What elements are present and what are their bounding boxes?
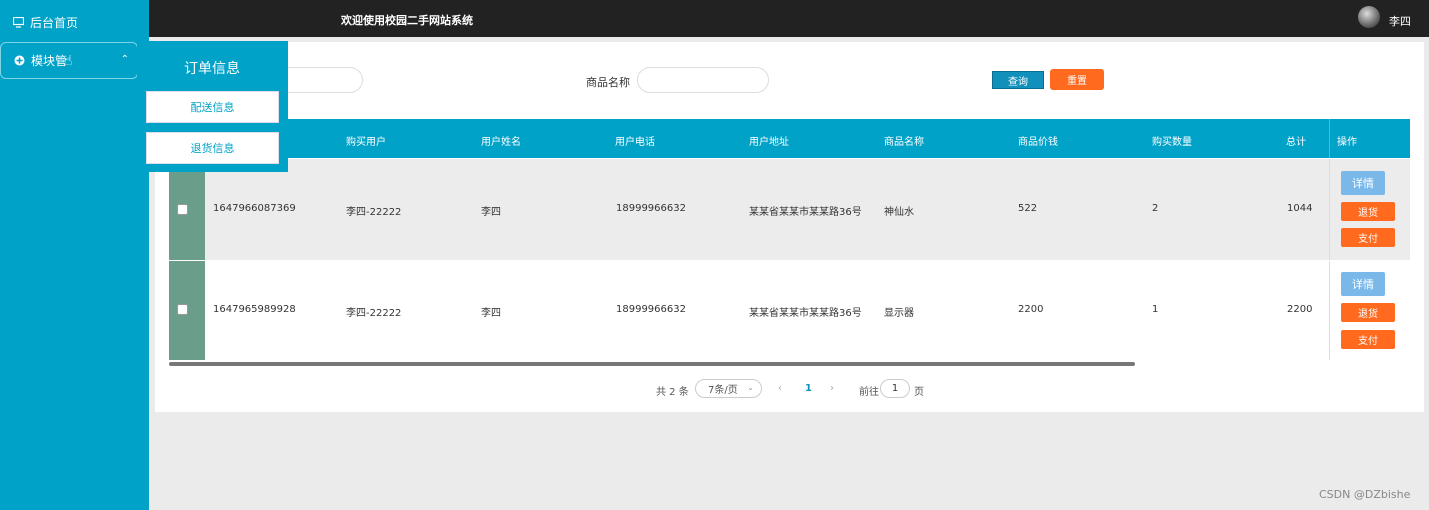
pagination-total: 共 2 条: [656, 387, 689, 398]
product-name-input[interactable]: [637, 67, 769, 93]
system-title: 欢迎使用校园二手网站系统: [341, 14, 473, 27]
sidebar-item-home-label: 后台首页: [30, 15, 79, 30]
username[interactable]: 李四: [1389, 13, 1411, 29]
return-button[interactable]: 退货: [1341, 303, 1395, 322]
monitor-icon: [12, 16, 24, 28]
page-suffix: 页: [914, 387, 924, 398]
detail-button[interactable]: 详情: [1341, 272, 1385, 296]
detail-button[interactable]: 详情: [1341, 171, 1385, 195]
order-number: 1647966087369: [213, 203, 296, 214]
top-bar: 欢迎使用校园二手网站系统 李四: [149, 0, 1429, 37]
product-name: 显示器: [884, 308, 914, 319]
watermark: CSDN @DZbishe: [1319, 488, 1411, 501]
product-name: 神仙水: [884, 207, 914, 218]
goto-label: 前往: [859, 387, 879, 398]
sidebar-item-home[interactable]: 后台首页: [0, 4, 137, 40]
price: 2200: [1018, 304, 1044, 315]
row-actions: 详情 退货 支付: [1329, 159, 1410, 260]
submenu-item-delivery-info[interactable]: 配送信息: [146, 91, 279, 123]
table-header: [288, 119, 1410, 158]
pay-button[interactable]: 支付: [1341, 330, 1395, 349]
th-buyer: 购买用户: [346, 137, 386, 148]
query-button[interactable]: 查询: [992, 71, 1044, 89]
module-submenu: 订单信息 配送信息 退货信息: [137, 41, 288, 172]
table-row: 1647966087369 李四-22222 李四 18999966632 某某…: [169, 159, 1410, 260]
hand-cursor-icon: ☝: [64, 53, 73, 69]
horizontal-scrollbar[interactable]: [169, 362, 1135, 366]
sidebar-item-module-label: 模块管: [31, 54, 68, 68]
goto-page-input[interactable]: 1: [880, 379, 910, 398]
next-page-button[interactable]: ›: [830, 383, 834, 394]
address: 某某省某某市某某路36号: [749, 308, 862, 319]
price: 522: [1018, 203, 1038, 214]
th-total: 总计: [1286, 137, 1306, 148]
row-checkbox[interactable]: [177, 204, 188, 215]
user-name: 李四: [481, 308, 501, 319]
page-number-current[interactable]: 1: [805, 383, 812, 394]
page-size-value: 7条/页: [708, 385, 738, 396]
phone: 18999966632: [616, 203, 686, 214]
chevron-up-icon: ⌃: [120, 54, 129, 65]
order-search-input[interactable]: [288, 67, 363, 93]
quantity: 2: [1152, 203, 1159, 214]
th-actions: 操作: [1329, 119, 1410, 158]
th-user-name: 用户姓名: [481, 137, 521, 148]
buyer: 李四-22222: [346, 207, 402, 218]
return-button[interactable]: 退货: [1341, 202, 1395, 221]
user-name: 李四: [481, 207, 501, 218]
prev-page-button[interactable]: ‹: [778, 383, 782, 394]
th-price: 商品价钱: [1018, 137, 1058, 148]
submenu-title-order-info[interactable]: 订单信息: [184, 58, 240, 78]
chevron-down-icon: ⌄: [747, 383, 754, 392]
plus-circle-icon: [13, 55, 25, 67]
th-quantity: 购买数量: [1152, 137, 1192, 148]
address: 某某省某某市某某路36号: [749, 207, 862, 218]
user-avatar[interactable]: [1358, 6, 1380, 28]
submenu-item-return-info[interactable]: 退货信息: [146, 132, 279, 164]
row-select-cell: [169, 159, 205, 260]
pay-button[interactable]: 支付: [1341, 228, 1395, 247]
page-size-select[interactable]: 7条/页 ⌄: [695, 379, 762, 398]
quantity: 1: [1152, 304, 1159, 315]
phone: 18999966632: [616, 304, 686, 315]
th-product: 商品名称: [884, 137, 924, 148]
order-number: 1647965989928: [213, 304, 296, 315]
row-actions: 详情 退货 支付: [1329, 261, 1410, 360]
row-checkbox[interactable]: [177, 304, 188, 315]
row-select-cell: [169, 261, 205, 360]
reset-button[interactable]: 重置: [1050, 69, 1104, 90]
sidebar: 后台首页 模块管 ⌃ ☝: [0, 0, 149, 510]
table-row: 1647965989928 李四-22222 李四 18999966632 某某…: [169, 261, 1410, 360]
th-address: 用户地址: [749, 137, 789, 148]
th-phone: 用户电话: [615, 137, 655, 148]
total: 1044: [1287, 203, 1313, 214]
buyer: 李四-22222: [346, 308, 402, 319]
total: 2200: [1287, 304, 1313, 315]
product-name-label: 商品名称: [586, 76, 630, 89]
